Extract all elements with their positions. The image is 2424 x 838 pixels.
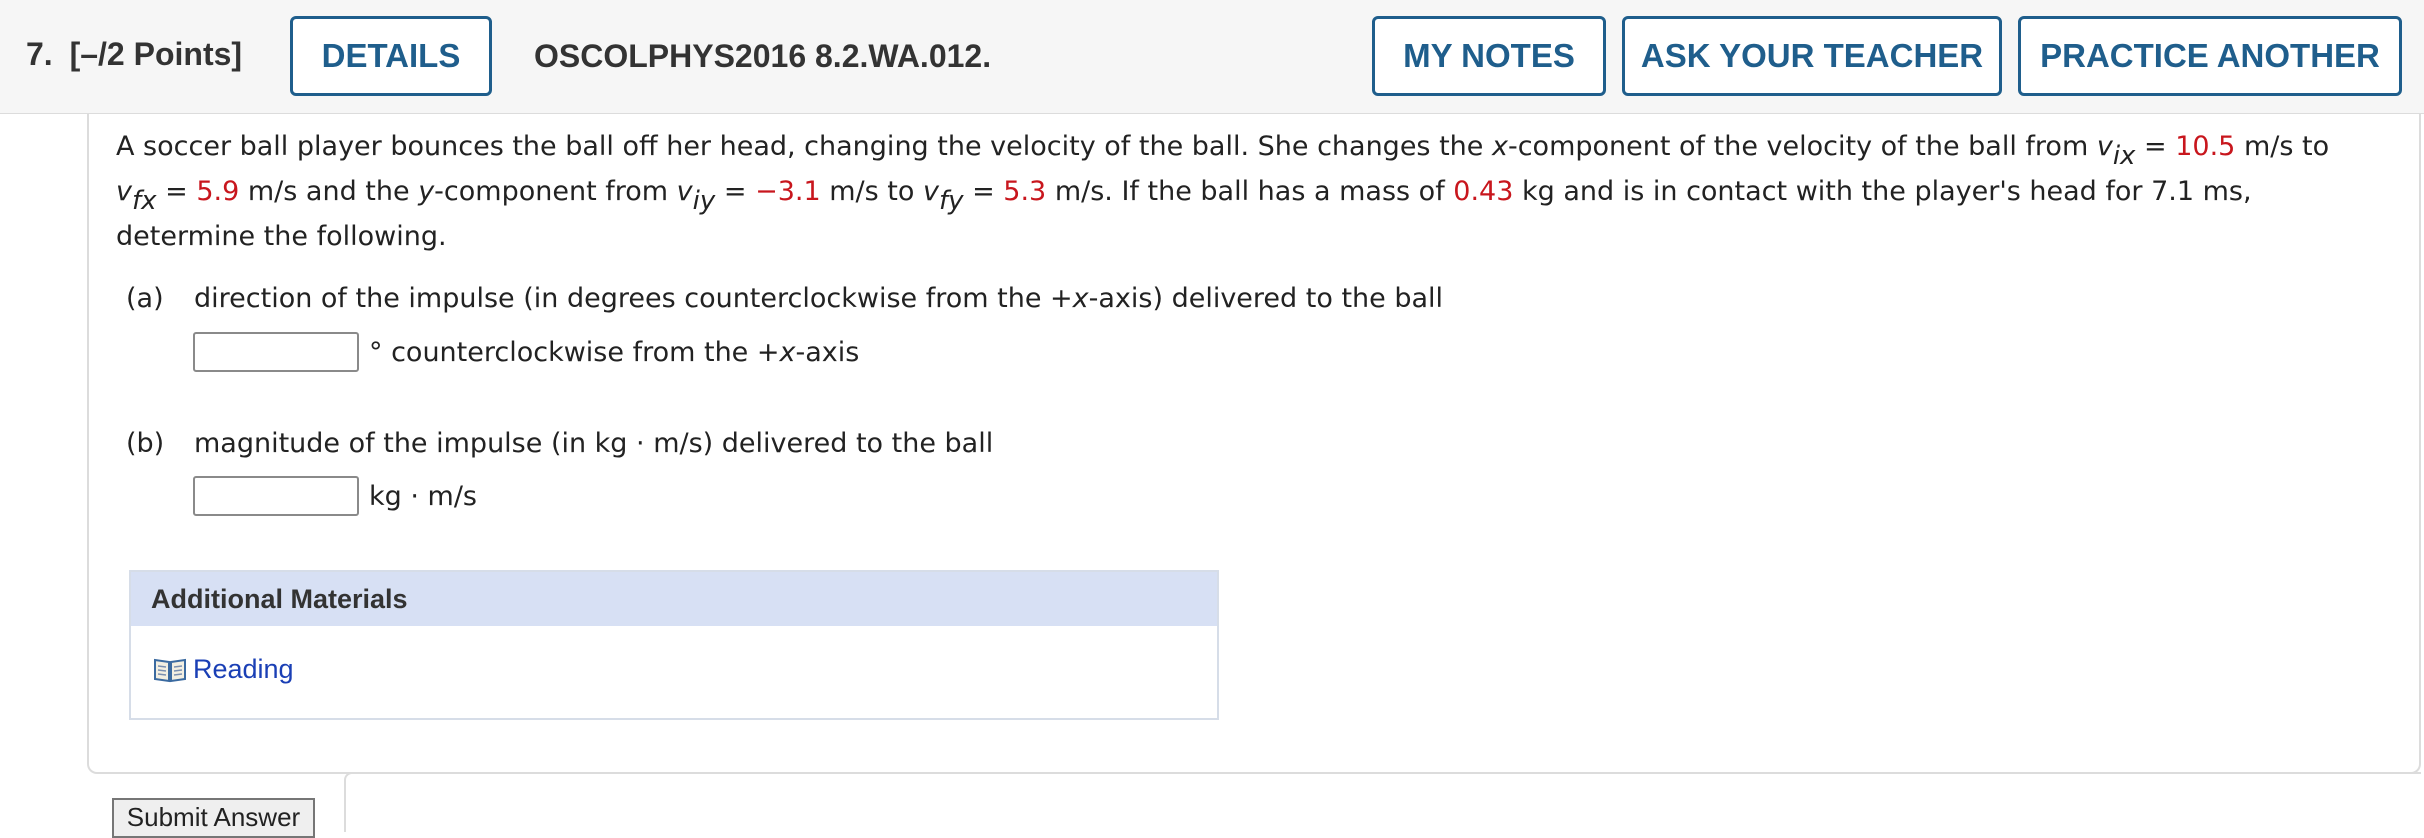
book-icon [153, 656, 187, 684]
final-y-velocity-value: 5.3 [1003, 176, 1047, 207]
equals-sign: = [2135, 131, 2176, 162]
reading-link[interactable]: Reading [153, 654, 294, 685]
part-b-answer-input[interactable] [193, 476, 359, 516]
problem-text: A soccer ball player bounces the ball of… [116, 131, 1492, 162]
mass-value: 0.43 [1453, 176, 1514, 207]
problem-statement: A soccer ball player bounces the ball of… [116, 124, 2376, 259]
subscript-fy: fy [938, 186, 964, 216]
part-b-prompt: (b) magnitude of the impulse (in kg · m/s… [126, 428, 993, 459]
part-a-text: direction of the impulse (in degrees cou… [194, 283, 1073, 314]
subscript-fx: fx [131, 186, 157, 216]
part-b-label: (b) [126, 428, 165, 459]
subscript-ix: ix [2112, 141, 2136, 171]
x-variable: x [779, 336, 796, 368]
problem-text: m/s. If the ball has a mass of [1046, 176, 1454, 207]
practice-another-button-label: PRACTICE ANOTHER [2040, 37, 2380, 74]
x-variable: x [1072, 283, 1089, 314]
part-b-text: magnitude of the impulse (in kg · m/s) d… [194, 428, 994, 459]
subscript-iy: iy [692, 186, 716, 216]
points-label: [–/2 Points] [69, 36, 243, 72]
submit-answer-label: Submit Answer [126, 802, 301, 832]
part-a-text: -axis) delivered to the ball [1088, 283, 1444, 314]
details-button-label: DETAILS [321, 37, 461, 74]
part-a-answer-input[interactable] [193, 332, 359, 372]
part-a-label: (a) [126, 283, 164, 314]
part-a-answer-row: ° counterclockwise from the + x -axis [193, 330, 859, 374]
equals-sign: = [156, 176, 197, 207]
my-notes-button[interactable]: MY NOTES [1372, 16, 1606, 96]
initial-x-velocity-value: 10.5 [2175, 131, 2236, 162]
part-a-unit: -axis [795, 336, 860, 368]
equals-sign: = [715, 176, 756, 207]
question-number: 7. [–/2 Points] [26, 36, 242, 73]
problem-code: OSCOLPHYS2016 8.2.WA.012. [534, 38, 992, 74]
part-a-unit: ° counterclockwise from the + [369, 336, 780, 368]
practice-another-button[interactable]: PRACTICE ANOTHER [2018, 16, 2402, 96]
additional-materials-heading: Additional Materials [131, 572, 1217, 626]
velocity-symbol: v [2096, 131, 2113, 162]
velocity-symbol: v [116, 176, 132, 207]
velocity-symbol: v [676, 176, 693, 207]
part-b-answer-row: kg · m/s [193, 474, 477, 518]
details-button[interactable]: DETAILS [290, 16, 492, 96]
reading-link-label: Reading [193, 654, 294, 684]
submit-answer-button[interactable]: Submit Answer [112, 798, 315, 838]
problem-text: m/s and the [239, 176, 419, 207]
part-b-unit: kg · m/s [369, 480, 477, 512]
my-notes-button-label: MY NOTES [1403, 37, 1575, 74]
additional-materials-panel: Additional Materials Reading [129, 570, 1219, 720]
problem-text: -component of the velocity of the ball f… [1507, 131, 2097, 162]
velocity-symbol: v [922, 176, 939, 207]
problem-text: m/s to [2235, 131, 2330, 162]
x-variable: x [1491, 131, 1508, 162]
equals-sign: = [963, 176, 1004, 207]
question-index: 7. [26, 36, 53, 72]
initial-y-velocity-value: −3.1 [755, 176, 821, 207]
y-variable: y [418, 176, 435, 207]
problem-text: m/s to [820, 176, 923, 207]
part-a-prompt: (a) direction of the impulse (in degrees … [126, 283, 1443, 314]
footer-divider [344, 772, 2421, 832]
question-header: 7. [–/2 Points] DETAILS OSCOLPHYS2016 8.… [0, 0, 2424, 114]
final-x-velocity-value: 5.9 [196, 176, 240, 207]
ask-teacher-button-label: ASK YOUR TEACHER [1640, 37, 1984, 74]
problem-text: -component from [434, 176, 677, 207]
ask-your-teacher-button[interactable]: ASK YOUR TEACHER [1622, 16, 2002, 96]
